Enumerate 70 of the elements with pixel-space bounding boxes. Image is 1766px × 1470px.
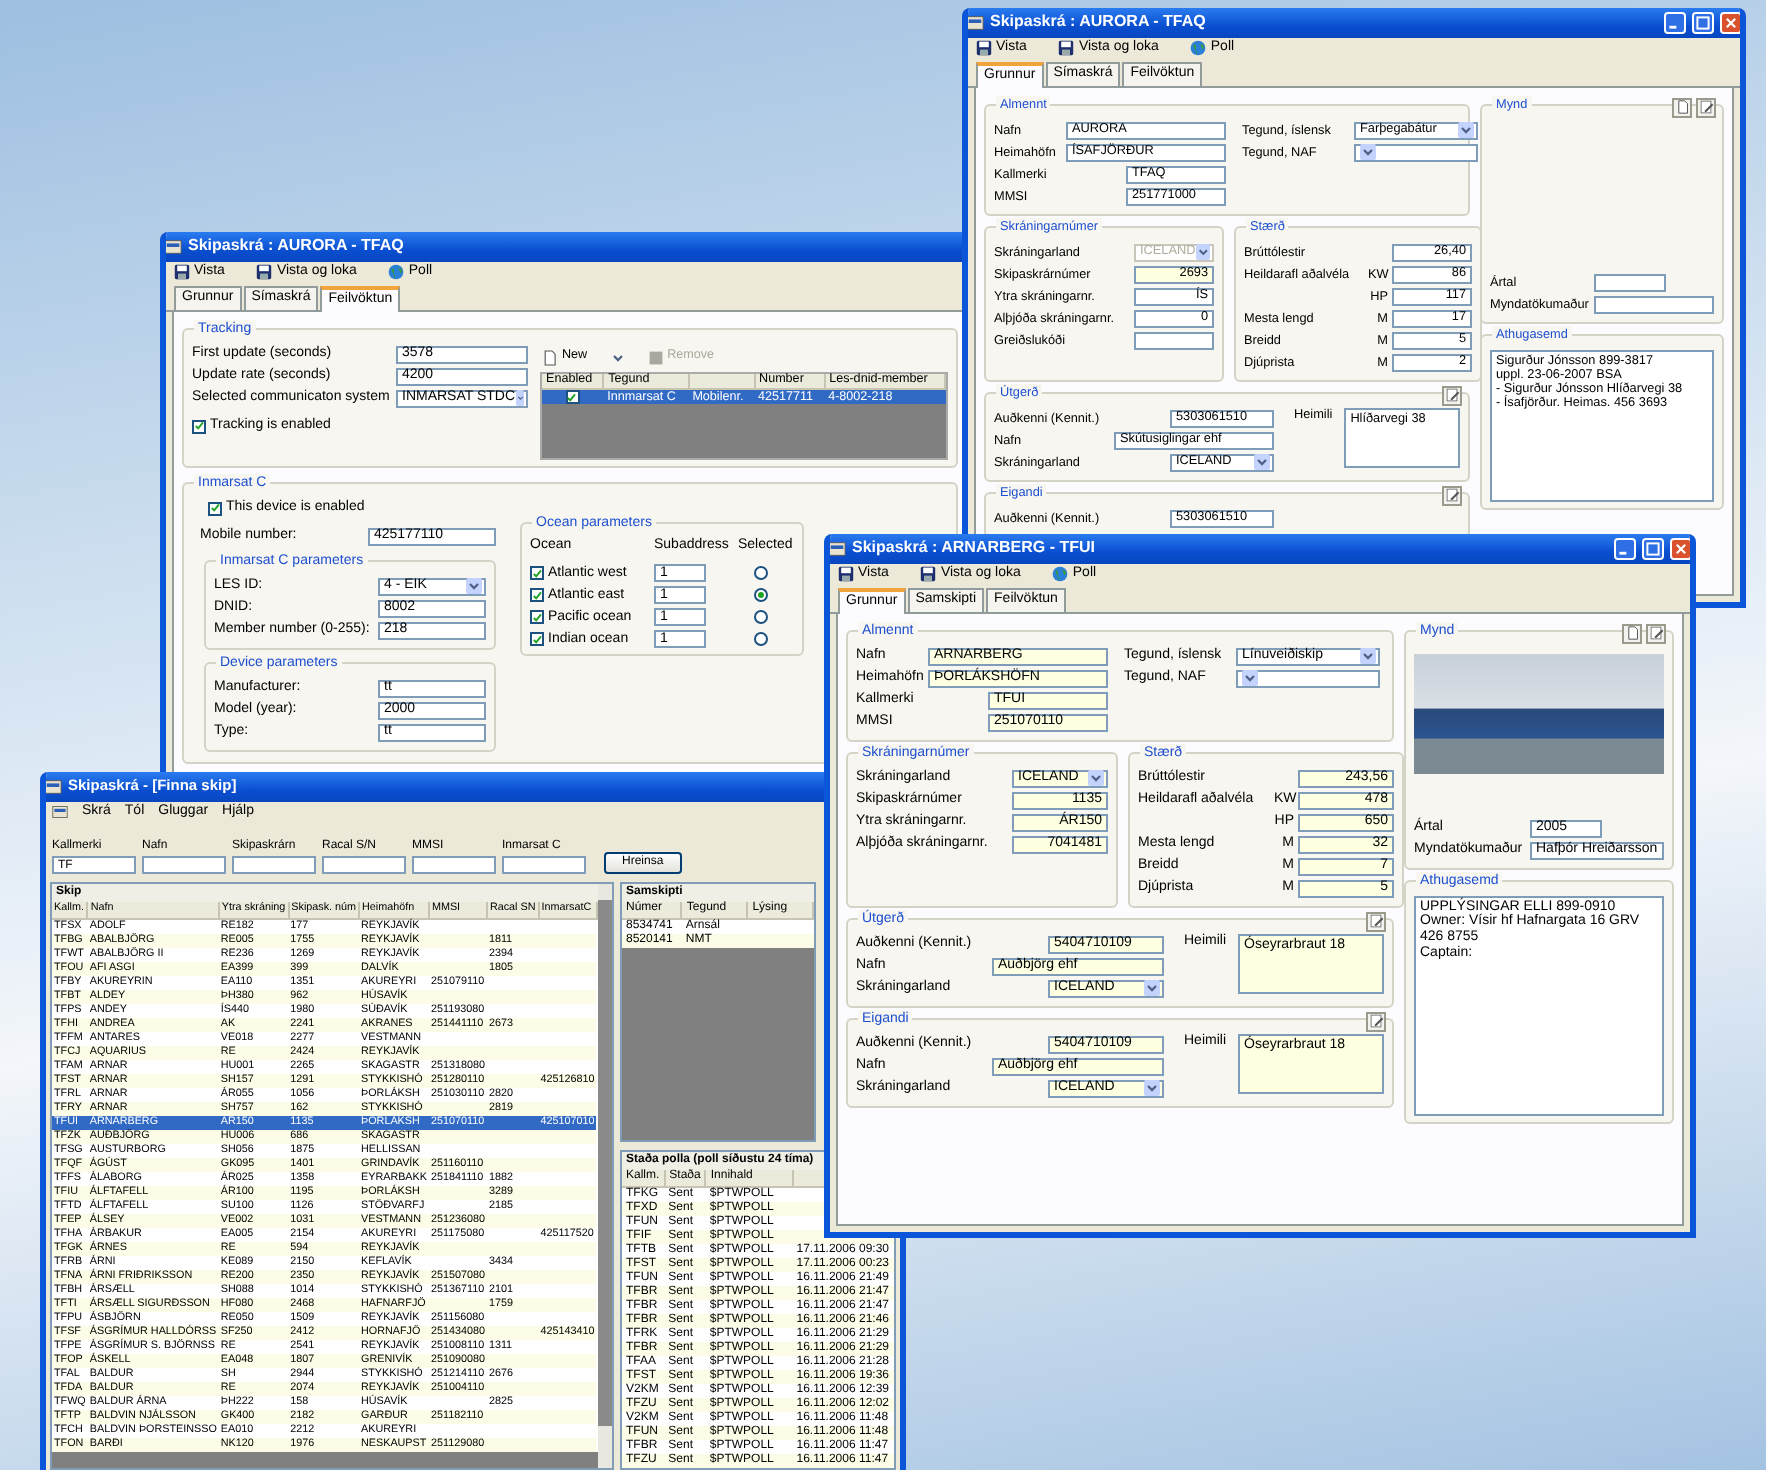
- globe-icon: [1052, 566, 1069, 582]
- edit-button[interactable]: [1442, 485, 1462, 506]
- text-field[interactable]: [1594, 273, 1666, 292]
- dropdown[interactable]: [1354, 143, 1478, 162]
- text-field[interactable]: [1134, 331, 1214, 350]
- text-field[interactable]: [502, 856, 586, 874]
- maximize-icon: [1696, 16, 1710, 30]
- close-icon: [1724, 16, 1738, 30]
- app-icon: [166, 238, 182, 256]
- maximize-button[interactable]: [1642, 538, 1664, 560]
- caret-icon: [1088, 770, 1104, 787]
- text-field[interactable]: [142, 856, 226, 874]
- edit-icon: [1445, 488, 1459, 503]
- radio-button[interactable]: [754, 610, 768, 625]
- new-button[interactable]: [1672, 97, 1692, 118]
- edit-icon: [1649, 626, 1663, 641]
- app-icon: [830, 540, 846, 558]
- radio-button[interactable]: [754, 632, 768, 647]
- new-button[interactable]: [1622, 623, 1642, 644]
- checkbox[interactable]: [530, 610, 544, 625]
- edit-icon: [1445, 388, 1459, 403]
- caret-icon: [1195, 244, 1210, 261]
- minimize-button[interactable]: [1664, 12, 1686, 34]
- window-title: Skipaskrá : AURORA - TFAQ: [990, 14, 1208, 32]
- page-icon: [1675, 100, 1689, 115]
- caret-icon: [1144, 980, 1160, 997]
- square-icon: [647, 349, 664, 366]
- maximize-button[interactable]: [1692, 12, 1714, 34]
- globe-icon: [388, 264, 405, 280]
- caret-icon: [1254, 454, 1270, 471]
- text-field[interactable]: [232, 856, 316, 874]
- radio-button[interactable]: [754, 588, 768, 603]
- checkbox[interactable]: [208, 501, 222, 516]
- caret-icon: [1458, 122, 1474, 139]
- checkbox[interactable]: [530, 588, 544, 603]
- page-icon: [1625, 626, 1639, 641]
- edit-icon: [1699, 100, 1713, 115]
- globe-icon: [1190, 40, 1207, 56]
- app-icon: [968, 14, 984, 32]
- edit-button[interactable]: [1366, 911, 1386, 932]
- maximize-icon: [1646, 542, 1660, 556]
- window-title: Skipaskrá : ARNARBERG - TFUI: [852, 540, 1097, 558]
- close-button[interactable]: [1670, 538, 1690, 560]
- close-icon: [1674, 542, 1688, 556]
- checkbox[interactable]: [565, 390, 580, 405]
- edit-button[interactable]: [1646, 623, 1666, 644]
- caret-icon: [1144, 1080, 1160, 1097]
- edit-button[interactable]: [1696, 97, 1716, 118]
- close-button[interactable]: [1720, 12, 1740, 34]
- checkbox[interactable]: [192, 419, 206, 434]
- caret-icon: [1242, 670, 1258, 687]
- text-field[interactable]: [412, 856, 496, 874]
- window-title: Skipaskrá : AURORA - TFAQ: [188, 238, 406, 256]
- dropdown[interactable]: [1236, 669, 1380, 688]
- caret-icon: [1360, 144, 1376, 161]
- caret-icon: [1360, 648, 1376, 665]
- radio-button[interactable]: [754, 566, 768, 581]
- edit-button[interactable]: [1366, 1011, 1386, 1032]
- edit-icon: [1369, 1014, 1383, 1029]
- minimize-button[interactable]: [1614, 538, 1636, 560]
- page-icon: [542, 349, 558, 366]
- app-icon: [46, 778, 62, 796]
- caret-icon: [515, 390, 524, 407]
- text-field[interactable]: [322, 856, 406, 874]
- caret-icon: [466, 578, 482, 595]
- text-field[interactable]: [1594, 295, 1714, 314]
- checkbox[interactable]: [530, 632, 544, 647]
- edit-button[interactable]: [1442, 385, 1462, 406]
- edit-icon: [1369, 914, 1383, 929]
- checkbox[interactable]: [530, 566, 544, 581]
